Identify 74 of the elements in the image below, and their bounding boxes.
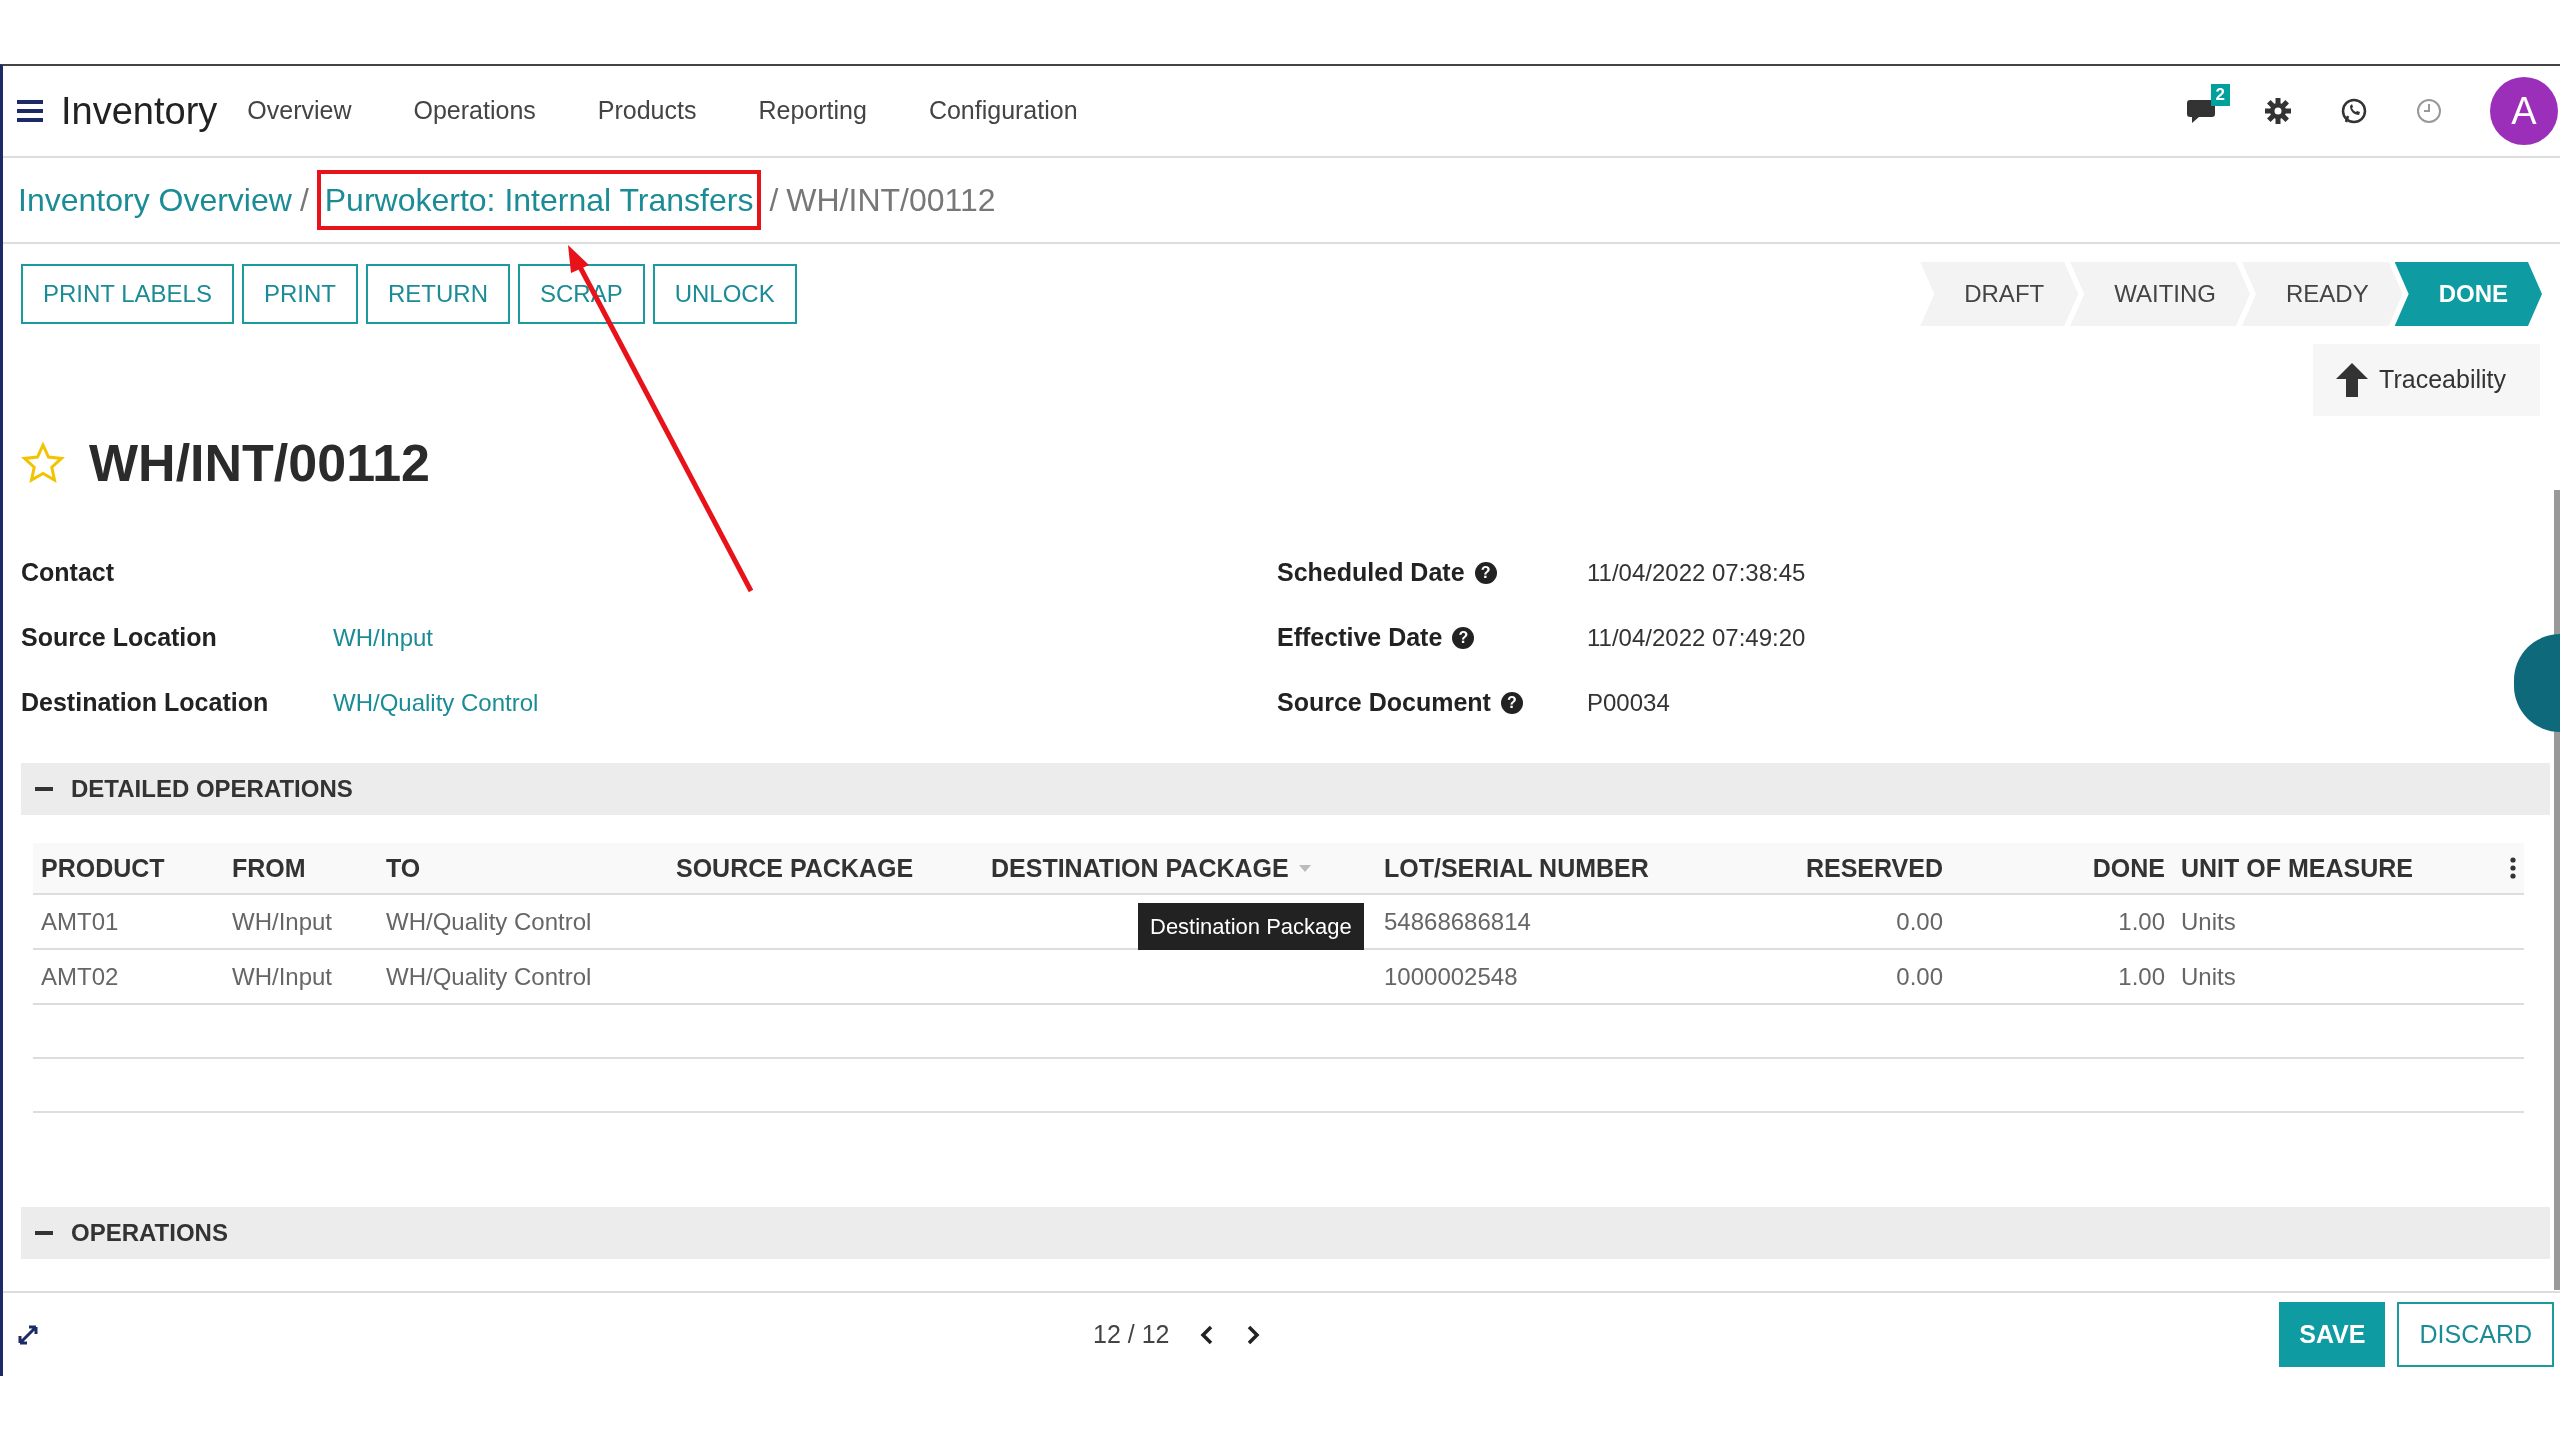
table-cell-text: AMT01 bbox=[41, 906, 119, 937]
table-cell-text: 54868686814 bbox=[1384, 906, 1531, 937]
nav-menu-item[interactable]: Configuration bbox=[928, 92, 1078, 130]
column-header[interactable]: LOT/SERIAL NUMBER bbox=[1376, 843, 1796, 896]
field-label: Source Location bbox=[21, 622, 218, 654]
nav-menu-item[interactable]: Reporting bbox=[758, 92, 867, 130]
table-cell-text: 1000002548 bbox=[1384, 961, 1518, 992]
table-cell-text: 1.00 bbox=[2118, 906, 2165, 937]
table-cell-text: AMT02 bbox=[41, 961, 119, 992]
field-label: Scheduled Date bbox=[1277, 557, 1465, 589]
column-header[interactable]: DONE bbox=[1951, 843, 2173, 896]
menu-icon[interactable] bbox=[17, 98, 43, 124]
column-header[interactable]: TO bbox=[378, 843, 668, 896]
table-cell-text: 0.00 bbox=[1896, 961, 1943, 992]
breadcrumb-current: WH/INT/00112 bbox=[786, 181, 996, 220]
field-value: 11/04/2022 07:49:20 bbox=[1587, 622, 1806, 653]
column-header[interactable]: FROM bbox=[224, 843, 378, 896]
status-stage[interactable]: DRAFT bbox=[1920, 262, 2079, 326]
table-cell-text: WH/Input bbox=[232, 961, 333, 992]
status-stage[interactable]: READY bbox=[2241, 262, 2403, 326]
column-header[interactable]: UNIT OF MEASURE bbox=[2173, 843, 2492, 896]
action-button[interactable]: UNLOCK bbox=[652, 264, 797, 324]
phone-icon[interactable] bbox=[2340, 97, 2368, 125]
field-value: 11/04/2022 07:38:45 bbox=[1587, 557, 1806, 588]
section-header[interactable]: DETAILED OPERATIONS bbox=[21, 763, 2550, 816]
record-title: WH/INT/00112 bbox=[89, 433, 431, 494]
nav-menu-item[interactable]: Operations bbox=[413, 92, 536, 130]
expand-icon[interactable] bbox=[17, 1323, 39, 1346]
field-label: Effective Date bbox=[1277, 622, 1443, 654]
help-icon[interactable]: ? bbox=[1500, 691, 1523, 714]
field-link[interactable]: WH/Input bbox=[333, 619, 434, 656]
action-button[interactable]: PRINT LABELS bbox=[21, 264, 234, 324]
table-cell-text: 1.00 bbox=[2118, 961, 2165, 992]
nav-menu-item[interactable]: Products bbox=[597, 92, 697, 130]
column-header[interactable]: PRODUCT bbox=[33, 843, 224, 896]
discard-button[interactable]: DISCARD bbox=[2397, 1301, 2554, 1368]
traceability-button[interactable]: Traceability bbox=[2313, 344, 2540, 416]
status-stage[interactable]: WAITING bbox=[2070, 262, 2250, 326]
table-cell-text: Units bbox=[2181, 961, 2236, 992]
column-header[interactable]: SOURCE PACKAGE bbox=[668, 843, 983, 896]
tooltip: Destination Package bbox=[1138, 903, 1364, 951]
column-header[interactable]: DESTINATION PACKAGE bbox=[983, 843, 1376, 896]
user-avatar[interactable]: A bbox=[2490, 77, 2558, 145]
field-value: P00034 bbox=[1587, 687, 1670, 718]
action-button[interactable]: PRINT bbox=[241, 264, 358, 324]
breadcrumb-separator: / bbox=[769, 181, 779, 220]
message-count-badge: 2 bbox=[2210, 84, 2230, 106]
column-header[interactable]: RESERVED bbox=[1796, 843, 1951, 896]
field-label: Contact bbox=[21, 557, 116, 589]
field-label: Destination Location bbox=[21, 687, 270, 719]
settings-icon[interactable] bbox=[2264, 97, 2292, 125]
app-title: Inventory bbox=[61, 88, 218, 134]
star-icon[interactable] bbox=[21, 442, 65, 485]
table-cell-text: 0.00 bbox=[1896, 906, 1943, 937]
help-icon[interactable]: ? bbox=[1474, 561, 1497, 584]
clock-icon[interactable] bbox=[2416, 98, 2442, 124]
nav-menu-item[interactable]: Overview bbox=[247, 92, 352, 130]
table-cell-text: WH/Quality Control bbox=[386, 961, 592, 992]
field-label: Source Document bbox=[1277, 687, 1491, 719]
next-icon[interactable] bbox=[1245, 1324, 1262, 1345]
breadcrumb-separator: / bbox=[299, 181, 309, 220]
table-cell-text: WH/Input bbox=[232, 906, 333, 937]
table-cell-text: WH/Quality Control bbox=[386, 906, 592, 937]
field-link[interactable]: WH/Quality Control bbox=[333, 684, 539, 721]
table-cell-text: Units bbox=[2181, 906, 2236, 937]
collapse-icon[interactable] bbox=[35, 1231, 53, 1236]
breadcrumb-link[interactable]: Purwokerto: Internal Transfers bbox=[316, 170, 762, 230]
section-header[interactable]: OPERATIONS bbox=[21, 1207, 2550, 1260]
action-button[interactable]: RETURN bbox=[365, 264, 510, 324]
column-options-icon[interactable] bbox=[2510, 857, 2516, 880]
help-icon[interactable]: ? bbox=[1452, 626, 1475, 649]
pager-counter: 12 / 12 bbox=[1093, 1318, 1170, 1350]
collapse-icon[interactable] bbox=[35, 787, 53, 792]
breadcrumb-link[interactable]: Inventory Overview bbox=[18, 176, 292, 224]
